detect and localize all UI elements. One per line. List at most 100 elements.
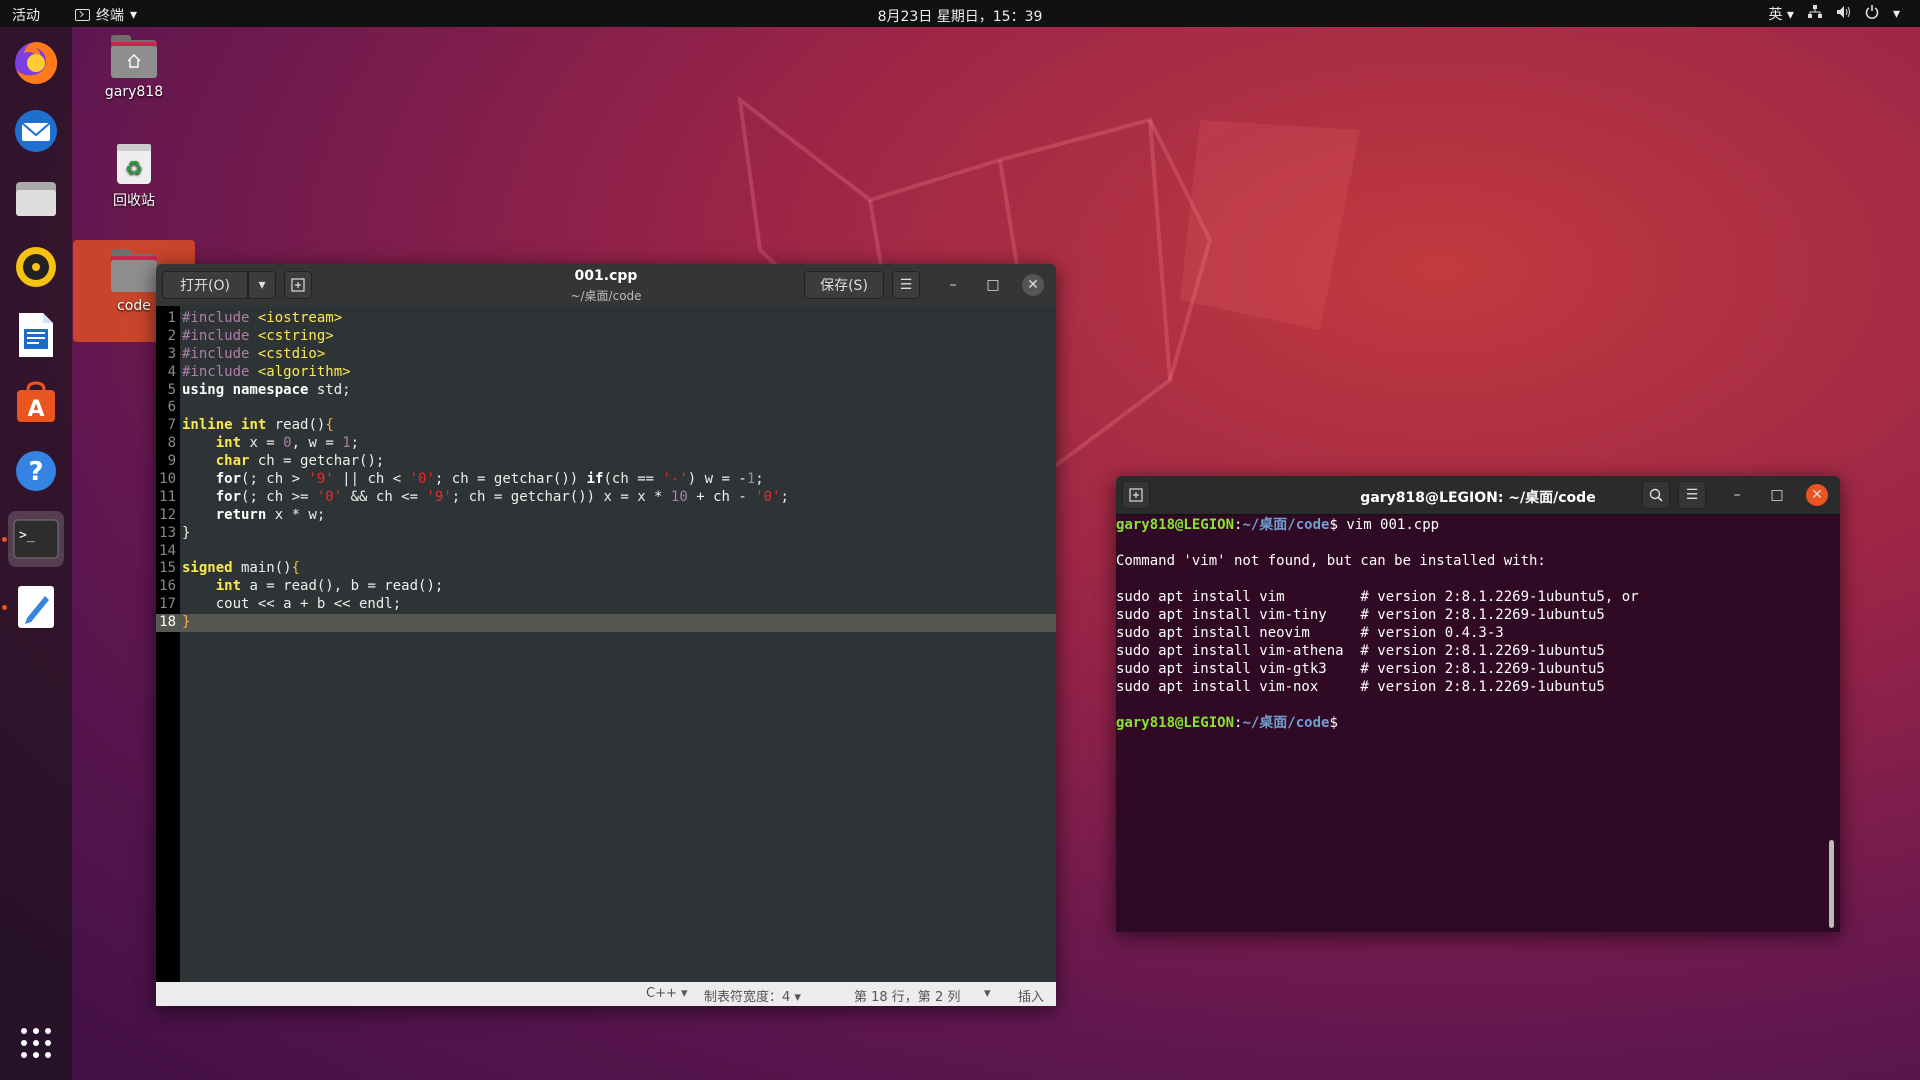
line-number: 4 bbox=[167, 363, 176, 380]
top-bar: 活动 终端 ▾ 8月23日 星期日，15：39 英 ▾ ▾ bbox=[0, 0, 1920, 27]
terminal-line: sudo apt install vim-gtk3 # version 2:8.… bbox=[1116, 661, 1605, 677]
desktop-icon-label: gary818 bbox=[104, 84, 164, 100]
code-line: #include <cstdio> bbox=[182, 345, 326, 362]
terminal-icon bbox=[75, 9, 90, 21]
code-line: int x = 0, w = 1; bbox=[215, 435, 360, 452]
search-icon bbox=[1649, 488, 1663, 502]
app-menu-label: 终端 bbox=[96, 8, 124, 24]
line-number: 5 bbox=[167, 381, 176, 398]
running-indicator bbox=[2, 537, 7, 542]
close-icon: ✕ bbox=[1811, 487, 1823, 503]
menu-button[interactable]: ☰ bbox=[1678, 481, 1706, 509]
rhythmbox-icon bbox=[16, 247, 56, 287]
dock-files[interactable] bbox=[8, 171, 64, 227]
terminal-prompt-line: gary818@LEGION:~/桌面/code$ bbox=[1116, 715, 1338, 731]
dock-rhythmbox[interactable] bbox=[8, 239, 64, 295]
dock-terminal[interactable]: >_ bbox=[8, 511, 64, 567]
trash-icon: ♻ bbox=[117, 144, 151, 184]
insert-mode: 插入 bbox=[1018, 990, 1045, 1005]
input-method-indicator[interactable]: 英 ▾ bbox=[1768, 4, 1793, 24]
terminal-window: gary818@LEGION: ~/桌面/code ☰ – □ ✕ gary81… bbox=[1116, 476, 1840, 932]
network-icon[interactable] bbox=[1807, 5, 1822, 23]
svg-text:?: ? bbox=[28, 457, 43, 487]
maximize-icon: □ bbox=[986, 277, 1000, 293]
dock-help[interactable]: ? bbox=[8, 443, 64, 499]
app-menu[interactable]: 终端 ▾ bbox=[75, 5, 137, 25]
hamburger-icon: ☰ bbox=[1685, 487, 1699, 503]
new-tab-icon bbox=[1129, 488, 1143, 502]
terminal-output[interactable]: gary818@LEGION:~/桌面/code$ vim 001.cpp Co… bbox=[1116, 516, 1836, 732]
desktop-icon-home[interactable]: gary818 bbox=[84, 35, 184, 100]
line-number: 3 bbox=[167, 345, 176, 362]
volume-icon[interactable] bbox=[1836, 5, 1851, 23]
minimize-button[interactable]: – bbox=[942, 274, 964, 296]
maximize-button[interactable]: □ bbox=[1766, 484, 1788, 506]
close-button[interactable]: ✕ bbox=[1806, 484, 1828, 506]
dock-firefox[interactable] bbox=[8, 35, 64, 91]
code-line: int a = read(), b = read(); bbox=[215, 578, 444, 595]
thunderbird-icon bbox=[15, 110, 57, 152]
dock-software[interactable]: A bbox=[8, 375, 64, 431]
terminal-line: Command 'vim' not found, but can be inst… bbox=[1116, 553, 1546, 569]
maximize-icon: □ bbox=[1770, 487, 1784, 503]
dock-thunderbird[interactable] bbox=[8, 103, 64, 159]
software-icon: A bbox=[17, 381, 55, 422]
line-number: 10 bbox=[159, 471, 176, 488]
minimize-icon: – bbox=[1733, 487, 1741, 503]
terminal-scrollbar[interactable] bbox=[1829, 840, 1834, 928]
clock[interactable]: 8月23日 星期日，15：39 bbox=[878, 9, 1043, 25]
tab-width-selector[interactable]: 制表符宽度：4 ▾ bbox=[704, 986, 801, 1005]
code-line: } bbox=[182, 524, 191, 541]
code-line: #include <algorithm> bbox=[182, 363, 351, 380]
minimize-button[interactable]: – bbox=[1726, 484, 1748, 506]
editor-statusbar: C++ ▾ 制表符宽度：4 ▾ 第 18 行，第 2 列 ▾ 插入 bbox=[156, 982, 1056, 1006]
code-line: return x * w; bbox=[215, 506, 326, 523]
minimize-icon: – bbox=[949, 277, 957, 293]
running-indicator bbox=[2, 605, 7, 610]
new-tab-button[interactable] bbox=[1122, 481, 1150, 509]
activities-button[interactable]: 活动 bbox=[12, 5, 40, 25]
language-selector[interactable]: C++ ▾ bbox=[646, 986, 688, 1001]
save-button[interactable]: 保存(S) bbox=[804, 271, 884, 299]
maximize-button[interactable]: □ bbox=[982, 274, 1004, 296]
desktop-icon-trash[interactable]: ♻ 回收站 bbox=[84, 142, 184, 210]
line-number: 1 bbox=[167, 310, 176, 326]
firefox-icon bbox=[15, 41, 58, 84]
cursor-position[interactable]: 第 18 行，第 2 列 bbox=[854, 986, 960, 1005]
terminal-line: sudo apt install vim-tiny # version 2:8.… bbox=[1116, 607, 1605, 623]
text-editor-window: 打开(O) ▾ 001.cpp ~/桌面/code 保存(S) ☰ – □ ✕ … bbox=[156, 264, 1056, 1006]
chevron-down-icon[interactable]: ▾ bbox=[1893, 6, 1900, 22]
svg-text:♻: ♻ bbox=[125, 156, 143, 180]
new-tab-button[interactable] bbox=[284, 271, 312, 299]
line-number: 17 bbox=[159, 596, 176, 613]
chevron-down-icon: ▾ bbox=[258, 277, 266, 293]
show-apps-button[interactable] bbox=[8, 1015, 64, 1071]
line-number: 15 bbox=[159, 560, 176, 577]
hamburger-icon: ☰ bbox=[899, 277, 913, 293]
open-button[interactable]: 打开(O) bbox=[162, 271, 248, 299]
power-icon[interactable] bbox=[1865, 5, 1879, 23]
code-line: for(; ch > '9' || ch < '0'; ch = getchar… bbox=[215, 471, 764, 488]
code-line: inline int read(){ bbox=[182, 417, 334, 434]
code-area[interactable]: 1 #include <iostream> 2 #include <cstring>… bbox=[156, 310, 1056, 633]
dock-writer[interactable] bbox=[8, 307, 64, 363]
search-button[interactable] bbox=[1642, 481, 1670, 509]
chevron-down-icon[interactable]: ▾ bbox=[984, 986, 991, 1001]
menu-button[interactable]: ☰ bbox=[892, 271, 920, 299]
dock: A ? >_ bbox=[0, 27, 72, 1080]
line-number: 2 bbox=[167, 327, 176, 344]
terminal-headerbar: gary818@LEGION: ~/桌面/code ☰ – □ ✕ bbox=[1116, 476, 1840, 515]
terminal-line: sudo apt install vim-athena # version 2:… bbox=[1116, 643, 1605, 659]
code-editor[interactable]: 1 #include <iostream> 2 #include <cstring>… bbox=[156, 306, 1056, 982]
line-number: 11 bbox=[159, 488, 176, 505]
line-number: 13 bbox=[159, 524, 176, 541]
libreoffice-writer-icon bbox=[19, 313, 53, 357]
terminal-icon: >_ bbox=[13, 519, 59, 559]
code-line: cout << a + b << endl; bbox=[182, 596, 402, 613]
text-editor-icon bbox=[18, 586, 54, 628]
dock-text-editor[interactable] bbox=[8, 579, 64, 635]
terminal-line: sudo apt install vim # version 2:8.1.226… bbox=[1116, 589, 1639, 605]
open-dropdown-button[interactable]: ▾ bbox=[248, 271, 276, 299]
close-button[interactable]: ✕ bbox=[1022, 274, 1044, 296]
